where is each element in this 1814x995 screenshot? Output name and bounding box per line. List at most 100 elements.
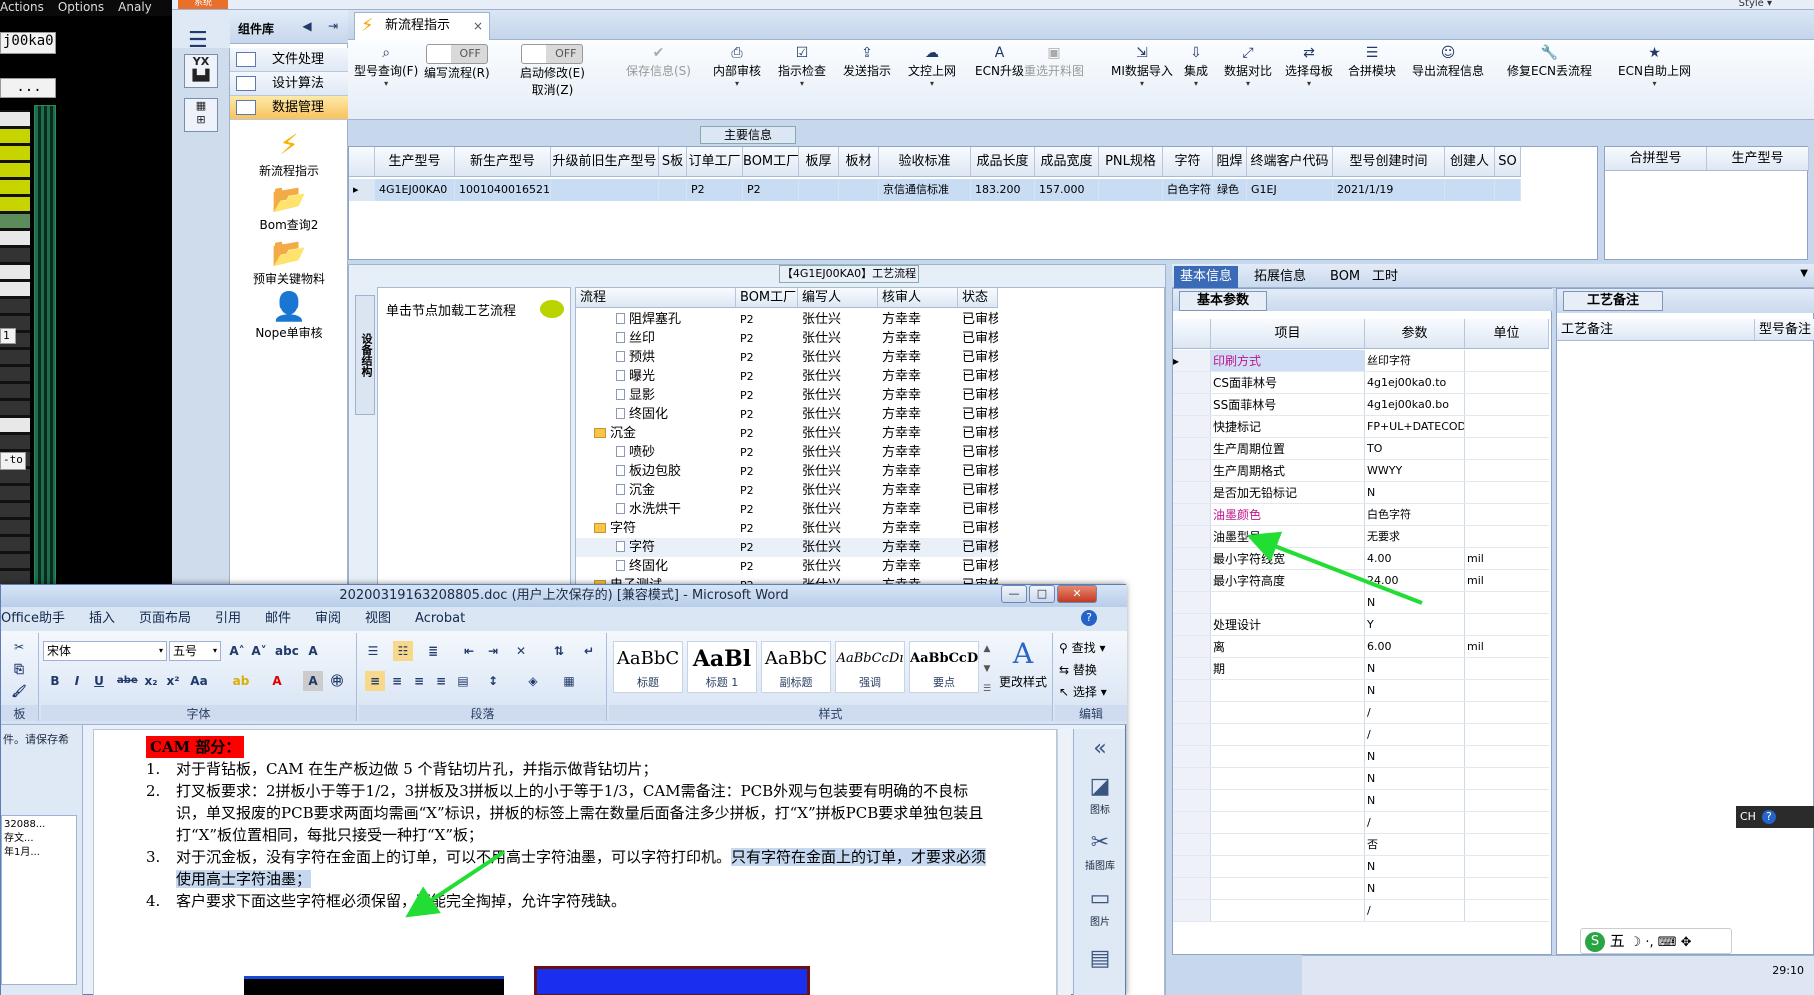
tree-col-header[interactable]: 编写人 xyxy=(798,288,878,307)
table-cell[interactable]: 白色字符 xyxy=(1163,179,1213,201)
param-row[interactable]: / xyxy=(1173,900,1549,922)
category-file-processing[interactable]: 文件处理 xyxy=(230,48,348,72)
col-merge-model[interactable]: 合拼型号 xyxy=(1605,147,1707,170)
param-value[interactable]: N xyxy=(1365,878,1465,899)
col-header[interactable]: 板厚 xyxy=(799,147,839,176)
tree-row[interactable]: 板边包胶 P2 张仕兴 方幸幸 已审核 xyxy=(576,462,998,481)
help-icon[interactable]: ? xyxy=(1081,610,1097,626)
param-value[interactable]: 否 xyxy=(1365,834,1465,855)
mi-data-import-button[interactable]: ⇲ MI数据导入 ▾ xyxy=(1111,44,1173,88)
side-tool-icons[interactable]: ◪ 图标 xyxy=(1078,773,1122,816)
param-row[interactable]: N xyxy=(1173,768,1549,790)
enclose-char-icon[interactable]: ㊥ xyxy=(327,671,347,691)
table-cell[interactable] xyxy=(839,179,879,201)
style-heading[interactable]: AaBbC 标题 xyxy=(613,641,683,693)
tool-new-process[interactable]: ⚡ 新流程指示 xyxy=(230,128,348,179)
side-tool-more[interactable]: ▤ xyxy=(1078,945,1122,973)
shrink-font-icon[interactable]: A˅ xyxy=(249,641,269,661)
find-button[interactable]: ⚲ 查找 ▾ xyxy=(1059,637,1107,659)
grow-font-icon[interactable]: A˄ xyxy=(227,641,247,661)
main-menu-button[interactable]: ☰ xyxy=(172,10,230,53)
table-cell[interactable]: P2 xyxy=(743,179,799,201)
category-design-algorithm[interactable]: 设计算法 xyxy=(230,72,348,96)
integrate-button[interactable]: ⇩ 集成 ▾ xyxy=(1184,44,1208,88)
char-border-icon[interactable]: A xyxy=(303,641,323,661)
tree-col-header[interactable]: BOM工厂 xyxy=(736,288,798,307)
ecn-upgrade-button[interactable]: A ECN升级 xyxy=(975,44,1024,79)
col-header[interactable]: S板 xyxy=(659,147,687,176)
tree-node-name[interactable]: 终固化 xyxy=(576,557,736,576)
col-model-note[interactable]: 型号备注 xyxy=(1755,319,1814,340)
param-row[interactable]: / xyxy=(1173,812,1549,834)
tab-work-hours[interactable]: 工时 xyxy=(1366,266,1404,288)
model-query-button[interactable]: ⌕ 型号查询(F) ▾ xyxy=(354,44,418,88)
tree-col-header[interactable]: 状态 xyxy=(958,288,998,307)
param-value[interactable]: WWYY xyxy=(1365,460,1465,481)
param-row[interactable]: 油墨型号 无要求 xyxy=(1173,526,1549,548)
document-body[interactable]: CAM 部分： 1. 对于背钻板，CAM 在生产板边做 5 个背钻切片孔，并指示做… xyxy=(146,736,996,912)
param-value[interactable]: 白色字符 xyxy=(1365,504,1465,525)
tab-office-assistant[interactable]: Office助手 xyxy=(1,607,65,631)
tab-mailings[interactable]: 邮件 xyxy=(265,607,291,631)
highlight-icon[interactable]: ab xyxy=(231,671,251,691)
param-row[interactable]: N xyxy=(1173,856,1549,878)
param-value[interactable]: / xyxy=(1365,702,1465,723)
col-header[interactable]: 阻焊 xyxy=(1213,147,1247,176)
param-value[interactable]: 4g1ej00ka0.bo xyxy=(1365,394,1465,415)
tree-node-name[interactable]: 显影 xyxy=(576,386,736,405)
tab-review[interactable]: 审阅 xyxy=(315,607,341,631)
tree-node-name[interactable]: 曝光 xyxy=(576,367,736,386)
app-logo[interactable]: YX ▙▟ xyxy=(184,54,218,88)
borders-icon[interactable]: ▦ xyxy=(559,671,579,691)
pcb-image[interactable] xyxy=(534,966,810,995)
param-value[interactable]: N xyxy=(1365,658,1465,679)
param-value[interactable]: 6.00 xyxy=(1365,636,1465,657)
menu-actions[interactable]: Actions xyxy=(0,0,44,14)
tab-references[interactable]: 引用 xyxy=(215,607,241,631)
tree-node-name[interactable]: 丝印 xyxy=(576,329,736,348)
col-header[interactable]: 字符 xyxy=(1163,147,1213,176)
char-shading-icon[interactable]: A xyxy=(303,671,323,691)
param-value[interactable]: 无要求 xyxy=(1365,526,1465,547)
export-process-button[interactable]: ☺ 导出流程信息 xyxy=(1412,44,1484,79)
list-item[interactable]: 年1月... xyxy=(4,846,74,860)
col-header[interactable]: 订单工厂 xyxy=(687,147,743,176)
increase-indent-icon[interactable]: ⇥ xyxy=(483,641,503,661)
subscript-button[interactable]: x₂ xyxy=(141,671,161,691)
data-compare-button[interactable]: ⤢ 数据对比 ▾ xyxy=(1224,44,1272,88)
col-process-note[interactable]: 工艺备注 xyxy=(1557,319,1755,340)
tree-row[interactable]: 终固化 P2 张仕兴 方幸幸 已审核 xyxy=(576,405,998,424)
table-cell[interactable]: 2021/1/19 xyxy=(1333,179,1445,201)
align-center-icon[interactable]: ≡ xyxy=(387,671,407,691)
style-label[interactable]: Style ▾ xyxy=(1739,0,1772,9)
language-bar[interactable]: CH? xyxy=(1736,806,1814,828)
tree-row[interactable]: 喷砂 P2 张仕兴 方幸幸 已审核 xyxy=(576,443,998,462)
param-value[interactable]: N xyxy=(1365,746,1465,767)
side-tool-clipart[interactable]: ✂ 插图库 xyxy=(1078,829,1122,872)
param-row[interactable]: N xyxy=(1173,680,1549,702)
tree-node-name[interactable]: 喷砂 xyxy=(576,443,736,462)
param-value[interactable]: / xyxy=(1365,900,1465,921)
tree-row[interactable]: 字符 P2 张仕兴 方幸幸 已审核 xyxy=(576,538,998,557)
tree-row[interactable]: 终固化 P2 张仕兴 方幸幸 已审核 xyxy=(576,557,998,576)
param-value[interactable]: 丝印字符 xyxy=(1365,350,1465,371)
calculator-icon[interactable]: ▦ ⊞ xyxy=(184,98,218,132)
check-instruction-button[interactable]: ☑ 指示检查 ▾ xyxy=(778,44,826,88)
tree-node-name[interactable]: 字符 xyxy=(576,519,736,538)
bullets-icon[interactable]: ☰ xyxy=(363,641,383,661)
tree-node-name[interactable]: 沉金 xyxy=(576,481,736,500)
tree-row[interactable]: 阻焊塞孔 P2 张仕兴 方幸幸 已审核 xyxy=(576,310,998,329)
param-value[interactable]: TO xyxy=(1365,438,1465,459)
table-row[interactable]: ▸ 4G1EJ00KA0 10010400165212 P2 P2 京信通信标准 183.2… xyxy=(349,179,1521,201)
replace-button[interactable]: ⇆ 替换 xyxy=(1059,659,1107,681)
param-row[interactable]: 生产周期位置 TO xyxy=(1173,438,1549,460)
job-field[interactable]: j00ka0 xyxy=(0,32,56,54)
col-header[interactable]: PNL规格 xyxy=(1099,147,1163,176)
param-row[interactable]: 期N xyxy=(1173,658,1549,680)
doc-control-online-button[interactable]: ☁ 文控上网 ▾ xyxy=(908,44,956,88)
param-row[interactable]: N xyxy=(1173,878,1549,900)
pin-icon[interactable]: ⇥ xyxy=(324,16,342,36)
tab-view[interactable]: 视图 xyxy=(365,607,391,631)
tree-node-name[interactable]: 沉金 xyxy=(576,424,736,443)
internal-review-button[interactable]: ⎙ 内部审核 ▾ xyxy=(713,44,761,88)
